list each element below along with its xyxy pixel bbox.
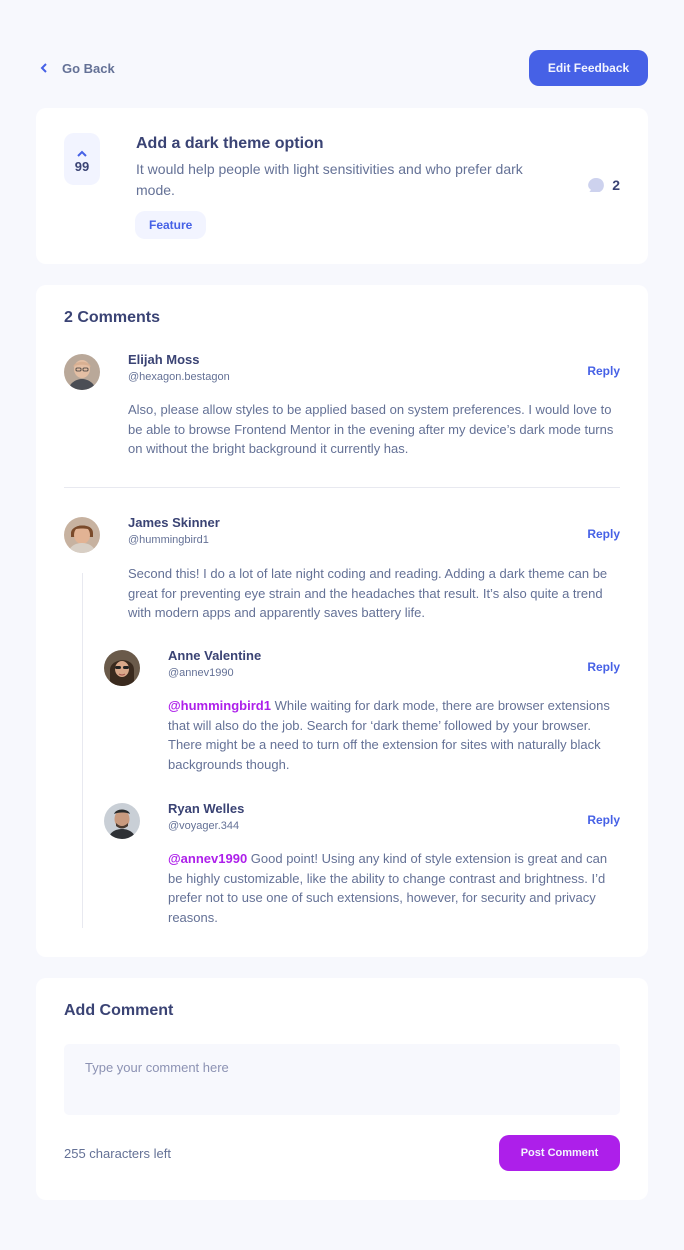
comment-author-handle: @hexagon.bestagon [128,371,230,383]
reply-author-name: Ryan Welles [168,801,245,816]
comments-card: 2 Comments Elijah Moss @hexagon.bestagon… [36,285,648,957]
avatar [64,354,100,390]
upvote-count: 99 [74,158,90,174]
comments-title: 2 Comments [64,309,161,326]
reply-body: @hummingbird1 While waiting for dark mod… [168,696,613,774]
feedback-description: It would help people with light sensitiv… [136,161,523,198]
comment-count: 2 [588,177,620,194]
mention-link[interactable]: @annev1990 [168,851,247,866]
edit-feedback-button[interactable]: Edit Feedback [529,50,648,86]
chevron-up-icon [77,145,87,157]
reply-button[interactable]: Reply [587,364,620,378]
category-tag[interactable]: Feature [135,211,207,239]
mention-link[interactable]: @hummingbird1 [168,698,271,713]
reply-thread-line [82,573,83,928]
upvote-button[interactable]: 99 [64,133,100,185]
avatar [104,650,140,686]
go-back-link[interactable]: Go Back [36,50,115,86]
reply-body: @annev1990 Good point! Using any kind of… [168,849,613,927]
reply-author-name: Anne Valentine [168,648,262,663]
post-comment-button[interactable]: Post Comment [499,1135,620,1171]
top-bar: Go Back Edit Feedback [36,50,648,86]
avatar [64,517,100,553]
chevron-left-icon [36,61,50,75]
avatar [104,803,140,839]
reply-author-handle: @annev1990 [168,667,234,679]
reply-author-handle: @voyager.344 [168,820,240,832]
add-comment-card: Add Comment 255 characters left Post Com… [36,978,648,1200]
comment-body: Second this! I do a lot of late night co… [128,566,608,620]
feedback-title: Add a dark theme option [136,135,324,152]
reply-button[interactable]: Reply [587,527,620,541]
reply-button[interactable]: Reply [587,660,620,674]
go-back-label: Go Back [62,60,115,76]
reply-button[interactable]: Reply [587,813,620,827]
feedback-card: 99 Add a dark theme option It would help… [36,108,648,264]
comment-count-value: 2 [612,177,620,193]
comment-bubble-icon [588,178,605,194]
comment-author-name: James Skinner [128,515,220,530]
comment-body: Also, please allow styles to be applied … [128,402,614,456]
comment-divider [64,487,620,488]
comment-author-handle: @hummingbird1 [128,534,209,546]
add-comment-title: Add Comment [64,1002,174,1019]
comment-input[interactable] [64,1044,620,1115]
characters-left: 255 characters left [64,1146,171,1161]
comment-author-name: Elijah Moss [128,352,200,367]
